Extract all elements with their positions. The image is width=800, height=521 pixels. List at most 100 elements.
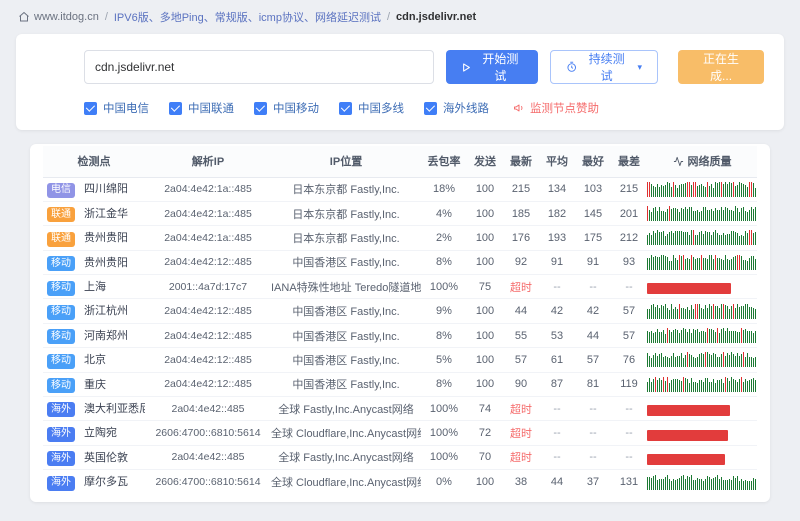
header-best[interactable]: 最好 bbox=[575, 146, 611, 177]
avg-latency: 53 bbox=[539, 323, 575, 347]
carrier-filter-checkbox[interactable]: 中国移动 bbox=[254, 100, 319, 116]
resolved-ip: 2a04:4e42:12::485 bbox=[145, 372, 271, 396]
header-sent[interactable]: 发送 bbox=[467, 146, 503, 177]
node-name: 贵州贵阳 bbox=[84, 232, 128, 244]
table-row: 移动浙江杭州 2a04:4e42:12::485 中国香港区 Fastly,In… bbox=[43, 299, 757, 323]
avg-latency: 61 bbox=[539, 348, 575, 372]
resolved-ip: 2a04:4e42:12::485 bbox=[145, 250, 271, 274]
node-name: 英国伦敦 bbox=[84, 452, 128, 464]
avg-latency: -- bbox=[539, 275, 575, 299]
network-quality-sparkline bbox=[647, 401, 757, 416]
table-row: 移动贵州贵阳 2a04:4e42:12::485 中国香港区 Fastly,In… bbox=[43, 250, 757, 274]
network-quality-sparkline bbox=[647, 352, 757, 367]
start-test-button[interactable]: 开始测试 bbox=[446, 50, 539, 84]
best-latency: 57 bbox=[575, 348, 611, 372]
header-avg[interactable]: 平均 bbox=[539, 146, 575, 177]
carrier-filter-label: 中国多线 bbox=[358, 100, 404, 116]
worst-latency: 215 bbox=[611, 177, 647, 201]
start-test-label: 开始测试 bbox=[477, 50, 523, 84]
resolved-ip: 2a04:4e42:12::485 bbox=[145, 323, 271, 347]
resolved-ip: 2a04:4e42:1a::485 bbox=[145, 226, 271, 250]
table-row: 移动北京 2a04:4e42:12::485 中国香港区 Fastly,Inc.… bbox=[43, 348, 757, 372]
loss-rate: 8% bbox=[421, 250, 467, 274]
activity-icon bbox=[673, 156, 684, 167]
worst-latency: 131 bbox=[611, 470, 647, 494]
latest-latency: 92 bbox=[503, 250, 539, 274]
node-name: 贵州贵阳 bbox=[84, 257, 128, 269]
worst-latency: -- bbox=[611, 397, 647, 421]
checkbox-checked-icon bbox=[339, 102, 352, 115]
header-resolved-ip[interactable]: 解析IP bbox=[145, 146, 271, 177]
target-host-input[interactable] bbox=[84, 50, 434, 84]
ip-location: 全球 Cloudflare,Inc.Anycast网络 bbox=[271, 470, 421, 494]
header-node[interactable]: 检测点 bbox=[43, 146, 145, 177]
carrier-badge: 海外 bbox=[47, 451, 75, 466]
home-icon bbox=[18, 11, 30, 23]
node-name: 立陶宛 bbox=[84, 427, 117, 439]
worst-latency: 201 bbox=[611, 201, 647, 225]
sponsor-link[interactable]: 监测节点赞助 bbox=[513, 100, 599, 116]
toolbar-row: 开始测试 持续测试 ▾ 正在生成... bbox=[84, 50, 764, 84]
best-latency: -- bbox=[575, 275, 611, 299]
ip-location: 日本东京都 Fastly,Inc. bbox=[271, 177, 421, 201]
ip-location: 全球 Cloudflare,Inc.Anycast网络 bbox=[271, 421, 421, 445]
worst-latency: 93 bbox=[611, 250, 647, 274]
network-quality-sparkline bbox=[647, 475, 757, 490]
header-ip-location[interactable]: IP位置 bbox=[271, 146, 421, 177]
table-row: 移动上海 2001::4a7d:17c7 IANA特殊性地址 Teredo隧道地… bbox=[43, 275, 757, 299]
table-row: 联通贵州贵阳 2a04:4e42:1a::485 日本东京都 Fastly,In… bbox=[43, 226, 757, 250]
resolved-ip: 2a04:4e42:12::485 bbox=[145, 299, 271, 323]
checkbox-checked-icon bbox=[84, 102, 97, 115]
network-quality-sparkline bbox=[647, 426, 757, 441]
generating-status-button[interactable]: 正在生成... bbox=[678, 50, 764, 84]
ip-location: 中国香港区 Fastly,Inc. bbox=[271, 323, 421, 347]
worst-latency: 76 bbox=[611, 348, 647, 372]
network-quality-sparkline bbox=[647, 377, 757, 392]
latest-latency: 176 bbox=[503, 226, 539, 250]
breadcrumb-section-link[interactable]: IPV6版、多地Ping、常规版、icmp协议、网络延迟测试 bbox=[114, 9, 381, 25]
generating-label: 正在生成... bbox=[693, 50, 749, 84]
carrier-filter-checkbox[interactable]: 中国电信 bbox=[84, 100, 149, 116]
network-quality-sparkline bbox=[647, 328, 757, 343]
carrier-filter-label: 中国联通 bbox=[188, 100, 234, 116]
latest-latency: 90 bbox=[503, 372, 539, 396]
checkbox-checked-icon bbox=[254, 102, 267, 115]
carrier-filter-checkbox[interactable]: 海外线路 bbox=[424, 100, 489, 116]
latest-latency: 38 bbox=[503, 470, 539, 494]
carrier-filter-checkbox[interactable]: 中国多线 bbox=[339, 100, 404, 116]
continuous-test-button[interactable]: 持续测试 ▾ bbox=[550, 50, 658, 84]
network-quality-sparkline bbox=[647, 450, 757, 465]
loss-rate: 9% bbox=[421, 299, 467, 323]
sent-count: 70 bbox=[467, 445, 503, 469]
latest-latency: 55 bbox=[503, 323, 539, 347]
sent-count: 75 bbox=[467, 275, 503, 299]
carrier-filter-checkbox[interactable]: 中国联通 bbox=[169, 100, 234, 116]
resolved-ip: 2a04:4e42:1a::485 bbox=[145, 201, 271, 225]
carrier-filter-label: 海外线路 bbox=[443, 100, 489, 116]
header-network-quality[interactable]: 网络质量 bbox=[647, 146, 757, 177]
resolved-ip: 2a04:4e42:12::485 bbox=[145, 348, 271, 372]
node-name: 浙江杭州 bbox=[84, 305, 128, 317]
header-worst[interactable]: 最差 bbox=[611, 146, 647, 177]
worst-latency: 119 bbox=[611, 372, 647, 396]
test-control-card: 开始测试 持续测试 ▾ 正在生成... 中国电信 中国联通 中国移动 中国多线 … bbox=[16, 34, 784, 130]
header-latest[interactable]: 最新 bbox=[503, 146, 539, 177]
latest-latency: 超时 bbox=[503, 421, 539, 445]
avg-latency: 134 bbox=[539, 177, 575, 201]
resolved-ip: 2a04:4e42:1a::485 bbox=[145, 177, 271, 201]
header-loss-rate[interactable]: 丢包率 bbox=[421, 146, 467, 177]
sent-count: 100 bbox=[467, 177, 503, 201]
best-latency: 91 bbox=[575, 250, 611, 274]
carrier-badge: 移动 bbox=[47, 256, 75, 271]
sent-count: 100 bbox=[467, 323, 503, 347]
breadcrumb-home-link[interactable]: www.itdog.cn bbox=[18, 11, 99, 23]
avg-latency: 44 bbox=[539, 470, 575, 494]
ping-results-card: 检测点 解析IP IP位置 丢包率 发送 最新 平均 最好 最差 网络质量 电信 bbox=[30, 144, 770, 502]
carrier-badge: 移动 bbox=[47, 354, 75, 369]
worst-latency: -- bbox=[611, 421, 647, 445]
network-quality-sparkline bbox=[647, 255, 757, 270]
carrier-badge: 联通 bbox=[47, 232, 75, 247]
best-latency: -- bbox=[575, 445, 611, 469]
sent-count: 100 bbox=[467, 201, 503, 225]
table-row: 联通浙江金华 2a04:4e42:1a::485 日本东京都 Fastly,In… bbox=[43, 201, 757, 225]
